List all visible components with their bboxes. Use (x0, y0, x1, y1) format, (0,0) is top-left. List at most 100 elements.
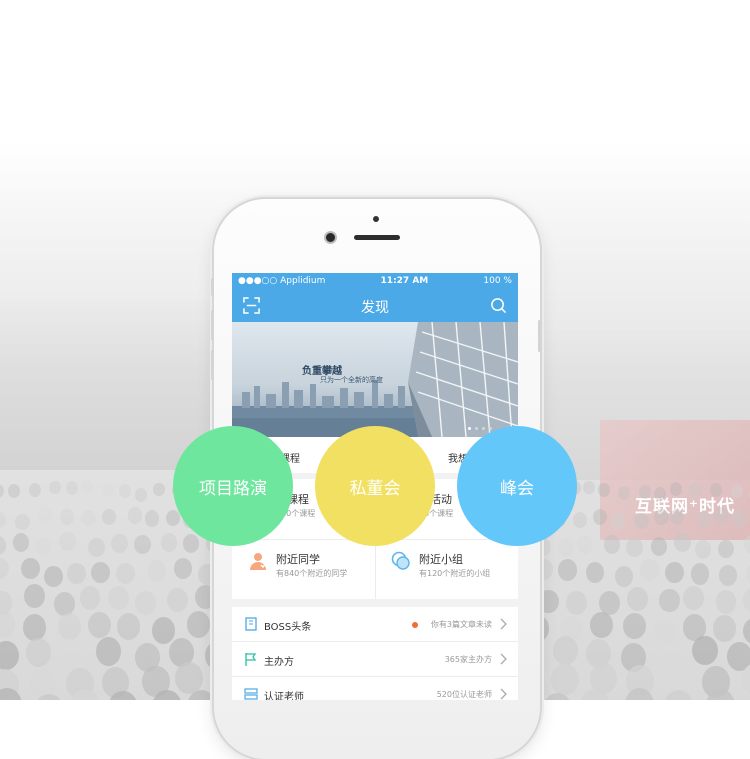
crowd-head (8, 484, 20, 498)
circle-private-board[interactable]: 私董会 (315, 426, 435, 546)
crowd-head (108, 586, 129, 610)
crowd-head (58, 613, 81, 639)
crowd-head (80, 586, 101, 610)
search-icon[interactable] (490, 297, 507, 314)
crowd-head (81, 480, 93, 494)
banner-subtitle: 只为一个全新的高度 (320, 375, 383, 385)
circle-summit[interactable]: 峰会 (457, 426, 577, 546)
nearby-classmates[interactable]: 附近同学 有840个附近的同学 (232, 539, 375, 599)
crowd-head (710, 483, 722, 497)
crowd-head (66, 481, 78, 495)
book-icon (244, 617, 258, 631)
carousel-dot[interactable] (468, 427, 471, 430)
crowd-head (135, 488, 147, 502)
list-item-title: 主办方 (264, 653, 294, 668)
crowd-head (81, 510, 95, 526)
crowd-head (691, 563, 710, 584)
crowd-head (128, 507, 142, 523)
list-item-organizer[interactable]: 主办方 365家主办方 (232, 642, 518, 677)
crowd-head (187, 611, 210, 637)
crowd-head (716, 590, 737, 614)
crowd-head (117, 613, 140, 639)
mute-switch (211, 278, 214, 296)
power-button (538, 320, 541, 352)
crowd-head (13, 533, 29, 552)
crowd-head (718, 540, 734, 559)
crowd-head (627, 587, 648, 611)
crowd-head (586, 562, 605, 583)
crowd-head (558, 559, 577, 580)
crowd-head (626, 538, 642, 557)
crowd-head (659, 589, 680, 613)
circle-project-roadshow[interactable]: 项目路演 (173, 426, 293, 546)
promo-banner[interactable]: 负重攀越 只为一个全新的高度 (232, 322, 518, 437)
crowd-head (167, 588, 188, 612)
crowd-head (153, 483, 165, 497)
nearby-classmates-title: 附近同学 (276, 551, 320, 567)
crowd-head (640, 559, 659, 580)
list-item-certified-teacher[interactable]: 认证老师 520位认证老师 (232, 677, 518, 700)
volume-down-button (211, 350, 214, 380)
earpiece-speaker (354, 235, 400, 240)
crowd-head (593, 509, 607, 525)
list-item-value: 你有3篇文章未读 (431, 619, 492, 630)
list-item-value: 365家主办方 (445, 654, 492, 665)
crowd-head (553, 636, 578, 665)
crowd-head (102, 509, 116, 525)
carousel-dot[interactable] (482, 427, 485, 430)
carousel-dot[interactable] (489, 427, 492, 430)
crowd-head (0, 484, 4, 498)
crowd-head (102, 484, 114, 498)
circle-label: 私董会 (350, 474, 401, 499)
crowd-head (88, 538, 104, 557)
crowd-head (0, 611, 15, 637)
flag-icon (244, 652, 258, 666)
list-item-boss-news[interactable]: BOSS头条 你有3篇文章未读 (232, 607, 518, 642)
page-title: 发现 (232, 297, 518, 317)
carousel-dot[interactable] (475, 427, 478, 430)
crowd-head (670, 482, 682, 496)
crowd-head (88, 612, 111, 638)
person-icon (248, 551, 268, 571)
crowd-head (0, 641, 19, 670)
crowd-head (618, 486, 630, 500)
certificate-icon (244, 687, 258, 700)
crowd-head (746, 564, 750, 585)
navbar: 发现 (232, 289, 518, 322)
crowd-head (604, 535, 620, 554)
list-item-value: 520位认证老师 (437, 689, 492, 700)
crowd-head (26, 638, 51, 667)
crowd-head (23, 614, 46, 640)
crowd-head (15, 514, 29, 530)
status-time: 11:27 AM (381, 276, 429, 286)
proximity-sensor (373, 216, 379, 222)
crowd-head (21, 558, 40, 579)
nearby-groups-title: 附近小组 (419, 551, 463, 567)
unread-dot (412, 622, 418, 628)
circle-label: 项目路演 (199, 474, 267, 499)
crowd-head (111, 534, 127, 553)
nearby-classmates-count: 有840个附近的同学 (276, 568, 347, 579)
crowd-head (639, 485, 651, 499)
crowd-head (743, 618, 750, 644)
crowd-head (689, 483, 701, 497)
crowd-head (558, 538, 574, 557)
front-camera (326, 233, 335, 242)
carousel-dots[interactable] (468, 427, 492, 430)
crowd-head (623, 613, 646, 639)
crowd-head (195, 585, 216, 609)
crowd-head (651, 537, 667, 556)
crowd-head (590, 612, 613, 638)
crowd-head (692, 636, 717, 665)
crowd-head (577, 535, 593, 554)
crowd-head (116, 563, 135, 584)
crowd-head (551, 664, 578, 696)
crowd-head (743, 588, 750, 612)
crowd-head (732, 510, 746, 526)
crowd-head (538, 590, 559, 614)
nearby-groups[interactable]: 附近小组 有120个附近的小组 (375, 539, 518, 599)
crowd-head (67, 563, 86, 584)
crowd-head (29, 483, 41, 497)
crowd-head (24, 584, 45, 608)
crowd-head (135, 591, 156, 615)
